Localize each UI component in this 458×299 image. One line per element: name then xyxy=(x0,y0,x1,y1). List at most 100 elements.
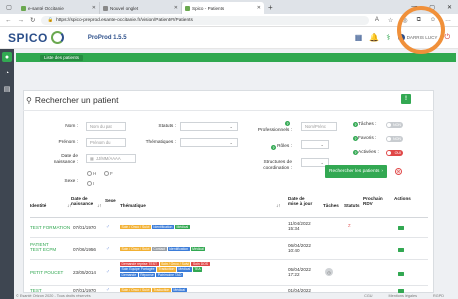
footer-copyright: © Esanté Orizon 2020 - Tous droits réser… xyxy=(16,294,91,298)
chevron-down-icon: ⌄ xyxy=(229,124,233,129)
col-rdv[interactable]: Prochain RDV xyxy=(363,196,385,207)
table-row[interactable]: TEST FORMATION 07/01/1970 ♂ Soin / Onco … xyxy=(30,218,428,238)
close-tab-icon[interactable]: ✕ xyxy=(174,5,178,11)
table-header: Identité ↓↑ Date de naissance ↓↑ Sexe Th… xyxy=(30,190,428,218)
patient-name[interactable]: TEST FORMATION xyxy=(30,225,70,230)
favicon-icon xyxy=(21,5,26,11)
chevron-right-icon: › xyxy=(381,169,383,174)
status-indicator: ≠ xyxy=(348,224,351,229)
patient-dob: 07/06/1956 xyxy=(73,247,96,252)
favoris-toggle[interactable]: NON xyxy=(386,136,403,142)
naissance-input[interactable]: ▦ JJ/MM/AAAA xyxy=(86,154,136,163)
browser-tab-spico[interactable]: Spico - Patients ✕ xyxy=(182,2,264,14)
col-statuts[interactable]: Statuts xyxy=(344,203,360,208)
footer-link-rgpd[interactable]: RGPD xyxy=(433,294,444,298)
breadcrumb-item[interactable]: Liste des patients xyxy=(40,54,84,61)
actives-toggle[interactable]: OUI xyxy=(386,150,403,156)
thematique-tags: Demande reprise TEST Soin / Onco / Suivi… xyxy=(120,262,212,278)
tag: Demande xyxy=(120,272,138,278)
professionnels-input[interactable]: Nom/Prénc xyxy=(301,122,337,131)
col-taches[interactable]: Tâches xyxy=(323,203,339,208)
col-actions[interactable]: Actions xyxy=(394,196,412,201)
sexe-radio-f[interactable]: F xyxy=(104,171,113,176)
thematiques-select[interactable]: ⌄ xyxy=(180,138,238,147)
open-folder-icon[interactable] xyxy=(398,248,404,252)
back-icon[interactable]: ← xyxy=(5,17,12,24)
product-version: ProProd 1.5.5 xyxy=(87,34,127,41)
prenom-label: Prénom : xyxy=(58,140,78,145)
radio-dot xyxy=(87,171,92,176)
sidebar-item-notes[interactable]: ▤ xyxy=(2,84,12,94)
sort-icon[interactable]: ↓↑ xyxy=(276,203,281,208)
close-tab-icon[interactable]: ✕ xyxy=(92,5,96,11)
male-icon: ♂ xyxy=(106,269,110,275)
open-folder-icon[interactable] xyxy=(398,226,404,230)
apps-grid-icon[interactable]: ▦ xyxy=(355,33,363,42)
radio-dot xyxy=(87,181,92,186)
reset-filters-button[interactable]: ⊗ xyxy=(395,168,402,175)
search-patients-button[interactable]: Rechercher les patients › xyxy=(325,165,387,178)
footer-link-cgu[interactable]: CGU xyxy=(364,294,372,298)
thematique-tags: Soin / Onco / Suivi Identification Médic… xyxy=(120,225,212,230)
col-sexe[interactable]: Sexe xyxy=(105,198,116,203)
sexe-radio-h[interactable]: H xyxy=(87,171,96,176)
sidebar-item-patients[interactable]: ● xyxy=(2,52,12,62)
patient-name[interactable]: PETIT POUCET xyxy=(30,270,63,275)
tag: Soin DOS xyxy=(191,262,210,267)
refresh-icon[interactable]: ↻ xyxy=(30,16,35,24)
professionnels-help-icon[interactable]: ? xyxy=(285,121,290,126)
tag: Réponse xyxy=(138,272,156,278)
roles-label: Rôles : xyxy=(277,144,292,149)
logo-text: SPICO xyxy=(8,30,48,45)
forward-icon[interactable]: → xyxy=(18,17,25,24)
close-tab-icon[interactable]: ✕ xyxy=(257,5,261,11)
browser-tab-esante[interactable]: e-santé Occitanie ✕ xyxy=(18,2,100,14)
nom-input[interactable]: Nom du pat xyxy=(86,122,126,131)
updated-date: 11/04/2022 15:34 xyxy=(288,221,311,232)
sidebar-item-dashboard[interactable]: ◔ xyxy=(2,68,12,78)
tab-actions-icon[interactable]: ▢ xyxy=(0,0,18,14)
url-field[interactable]: 🔒 https://spico-preprod.esante-occitanie… xyxy=(41,15,369,25)
statuts-select[interactable]: ⌄ xyxy=(180,122,238,131)
network-icon[interactable]: ⚕ xyxy=(386,33,390,42)
more-menu-icon[interactable]: … xyxy=(445,17,451,24)
favorite-star-icon[interactable]: ☆ xyxy=(388,17,393,24)
address-bar: ← → ↻ 🔒 https://spico-preprod.esante-occ… xyxy=(0,14,458,27)
tag: Patrimoine TAD xyxy=(156,272,183,278)
footer-link-mentions[interactable]: Mentions légales xyxy=(389,294,418,298)
spico-logo[interactable]: SPICO xyxy=(0,31,64,45)
tag: Médical xyxy=(171,288,187,293)
prenom-input[interactable]: Prénom du xyxy=(86,138,126,147)
browser-tab-new[interactable]: Nouvel onglet ✕ xyxy=(100,2,182,14)
tag: Soin Equipe Partagée xyxy=(120,267,156,272)
dashboard-icon: ◔ xyxy=(4,69,10,77)
col-thematique[interactable]: Thématique xyxy=(120,203,146,208)
col-identite[interactable]: Identité xyxy=(30,203,46,208)
taches-toggle[interactable]: NON xyxy=(386,122,403,128)
table-row[interactable]: PATIENT TEST ECPM 07/06/1956 ♂ Soin / On… xyxy=(30,238,428,260)
tag: Soin / Onco / Suivi xyxy=(120,225,151,230)
close-window-icon[interactable]: ✕ xyxy=(447,4,452,11)
notification-bell-icon[interactable]: 🔔 xyxy=(369,33,379,42)
col-miseajour[interactable]: Date de mise à jour xyxy=(288,196,314,207)
screen: ▢ e-santé Occitanie ✕ Nouvel onglet ✕ Sp… xyxy=(0,0,458,299)
tag: Médical xyxy=(176,267,192,272)
tag: Soin / Onco / Suivi xyxy=(120,288,151,293)
sort-icon[interactable]: ↓↑ xyxy=(97,203,102,208)
col-naissance[interactable]: Date de naissance xyxy=(71,196,93,207)
open-folder-icon[interactable] xyxy=(398,272,404,276)
tag: Médical xyxy=(190,247,206,252)
roles-select[interactable]: ⌄ xyxy=(301,140,329,149)
patient-name[interactable]: PATIENT TEST ECPM xyxy=(30,242,60,253)
sexe-label: Sexe : xyxy=(64,179,78,184)
new-tab-button[interactable]: + xyxy=(264,2,277,14)
sidebar: ● ◔ ▤ xyxy=(0,49,14,299)
sexe-radio-i[interactable]: I xyxy=(87,181,94,186)
logout-icon[interactable]: ⏻ xyxy=(444,34,450,42)
info-button[interactable]: ! xyxy=(401,94,411,104)
table-row[interactable]: PETIT POUCET 23/05/2014 ♂ Demande repris… xyxy=(30,260,428,286)
structures-label: Structures de coordination : xyxy=(263,160,292,171)
read-aloud-icon[interactable]: A xyxy=(375,17,379,24)
search-icon: ⚲ xyxy=(26,95,32,105)
nom-label: Nom : xyxy=(65,124,78,129)
